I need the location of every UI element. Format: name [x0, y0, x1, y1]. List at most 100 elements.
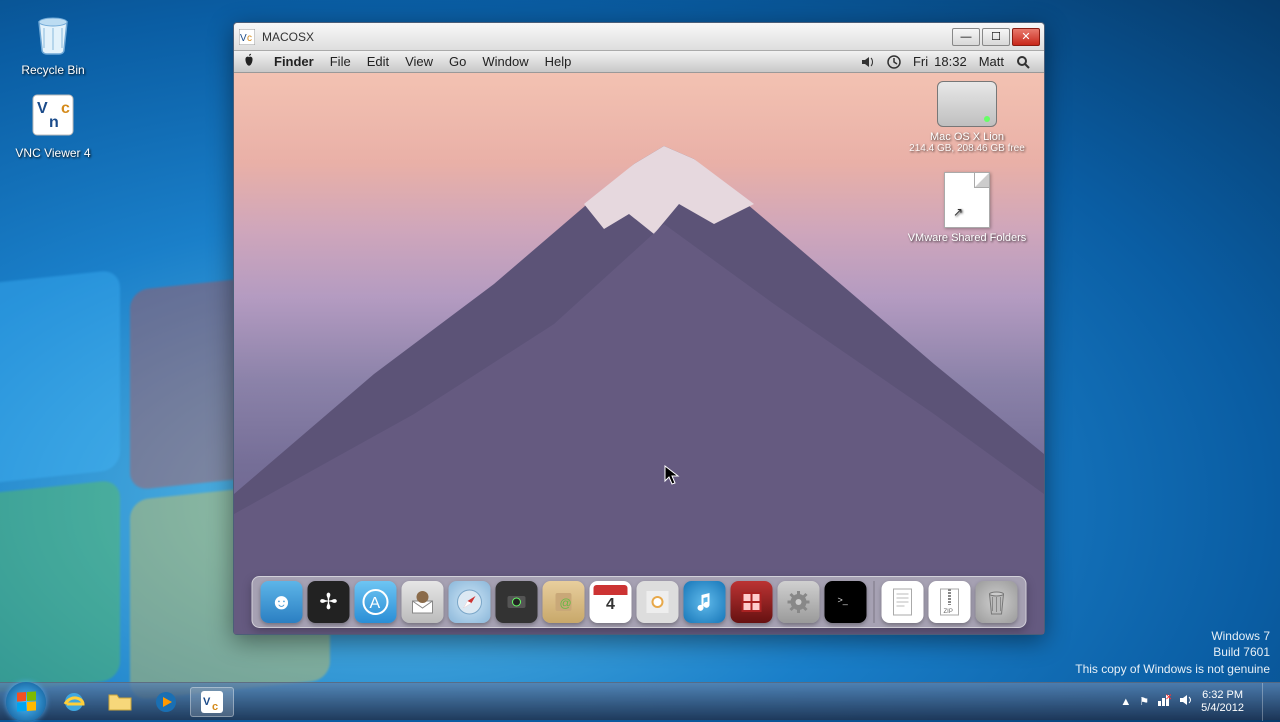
address-book-icon: @: [552, 590, 576, 614]
hard-drive-icon: [937, 81, 997, 127]
calendar-day: 4: [590, 596, 632, 614]
vmware-folder-label: VMware Shared Folders: [902, 232, 1032, 244]
terminal-icon: >_: [836, 593, 856, 611]
menu-help[interactable]: Help: [537, 54, 580, 69]
svg-text:V: V: [240, 33, 247, 44]
svg-text:V: V: [203, 696, 211, 708]
dock-document[interactable]: [882, 581, 924, 623]
cursor-icon: [664, 465, 680, 490]
dock-facetime[interactable]: [496, 581, 538, 623]
dock-app-store[interactable]: A: [355, 581, 397, 623]
dock-photo-booth[interactable]: [731, 581, 773, 623]
svg-text:✕: ✕: [1165, 693, 1171, 702]
maximize-button[interactable]: ☐: [982, 28, 1010, 46]
mail-icon: [408, 587, 438, 617]
vnc-viewer-label: VNC Viewer 4: [8, 146, 98, 160]
dock-system-preferences[interactable]: [778, 581, 820, 623]
volume-icon: [861, 55, 875, 69]
menu-finder[interactable]: Finder: [266, 54, 322, 69]
dock-terminal[interactable]: >_: [825, 581, 867, 623]
taskbar-explorer[interactable]: [98, 687, 142, 717]
menu-edit[interactable]: Edit: [359, 54, 397, 69]
dock-itunes[interactable]: [684, 581, 726, 623]
dock-ical[interactable]: 4: [590, 581, 632, 623]
menubar-day[interactable]: Fri: [907, 54, 934, 69]
start-button[interactable]: [6, 682, 46, 722]
menubar-time[interactable]: 18:32: [934, 54, 973, 69]
vnc-viewer[interactable]: V n c VNC Viewer 4: [8, 91, 98, 160]
windows-logo-icon: [17, 691, 36, 711]
apple-icon: [242, 53, 256, 67]
dock-trash[interactable]: [976, 581, 1018, 623]
tray-network-icon[interactable]: ✕: [1157, 693, 1171, 710]
dock-address-book[interactable]: @: [543, 581, 585, 623]
mac-desktop[interactable]: Mac OS X Lion 214.4 GB, 208.46 GB free ↗…: [234, 73, 1044, 634]
tray-time: 6:32 PM: [1201, 689, 1244, 702]
recycle-bin[interactable]: Recycle Bin: [8, 8, 98, 77]
vnc-title-text: MACOSX: [262, 30, 950, 44]
search-icon: [1016, 55, 1030, 69]
vnc-titlebar[interactable]: Vc MACOSX — ☐ ✕: [234, 23, 1044, 51]
svg-text:n: n: [49, 114, 59, 131]
recycle-bin-icon: [29, 8, 77, 56]
dock-mail[interactable]: [402, 581, 444, 623]
svg-text:c: c: [61, 100, 70, 117]
appstore-icon: A: [363, 589, 389, 615]
mac-menubar: Finder File Edit View Go Window Help Fri…: [234, 51, 1044, 73]
system-tray: ▲ ⚑ ✕ 6:32 PM 5/4/2012: [1120, 683, 1274, 721]
dock-safari[interactable]: [449, 581, 491, 623]
taskbar-ie[interactable]: [52, 687, 96, 717]
timemachine-menu[interactable]: [881, 55, 907, 69]
vnc-app-icon: Vc: [238, 28, 256, 46]
svg-text:>_: >_: [838, 595, 849, 605]
clock-icon: [887, 55, 901, 69]
document-icon: [892, 588, 914, 616]
tray-date: 5/4/2012: [1201, 702, 1244, 715]
menu-go[interactable]: Go: [441, 54, 474, 69]
close-button[interactable]: ✕: [1012, 28, 1040, 46]
svg-text:c: c: [212, 701, 218, 713]
svg-text:c: c: [247, 33, 252, 44]
svg-text:@: @: [560, 596, 572, 610]
gear-icon: [787, 590, 811, 614]
menu-file[interactable]: File: [322, 54, 359, 69]
minimize-button[interactable]: —: [952, 28, 980, 46]
tray-clock[interactable]: 6:32 PM 5/4/2012: [1201, 689, 1248, 714]
dock-iphoto[interactable]: [637, 581, 679, 623]
dock-archive[interactable]: ZIP: [929, 581, 971, 623]
alias-file-icon: ↗: [944, 172, 990, 228]
vnc-taskbar-icon: Vc: [201, 691, 223, 713]
taskbar-vnc[interactable]: Vc: [190, 687, 234, 717]
mac-disk-sub: 214.4 GB, 208.46 GB free: [902, 143, 1032, 154]
svg-text:ZIP: ZIP: [944, 609, 953, 615]
apple-menu[interactable]: [242, 53, 256, 70]
mac-disk[interactable]: Mac OS X Lion 214.4 GB, 208.46 GB free: [902, 81, 1032, 154]
safari-icon: [455, 587, 485, 617]
tray-action-center-icon[interactable]: ⚑: [1139, 695, 1149, 708]
tray-show-hidden[interactable]: ▲: [1120, 696, 1131, 708]
photobooth-icon: [742, 592, 762, 612]
volume-menu[interactable]: [855, 55, 881, 69]
vnc-window[interactable]: Vc MACOSX — ☐ ✕ Finder File Edit View Go…: [233, 22, 1045, 635]
mac-dock: ☻ ✢ A @ 4 >_ ZIP: [252, 576, 1027, 628]
camera-icon: [505, 590, 529, 614]
ie-icon: [62, 690, 86, 714]
spotlight[interactable]: [1010, 55, 1036, 69]
tray-volume-icon[interactable]: [1179, 693, 1193, 710]
taskbar-wmp[interactable]: [144, 687, 188, 717]
show-desktop-button[interactable]: [1262, 683, 1274, 721]
recycle-bin-label: Recycle Bin: [8, 63, 98, 77]
dock-dashboard[interactable]: ✢: [308, 581, 350, 623]
zip-icon: ZIP: [939, 588, 961, 616]
vnc-viewer-icon: V n c: [29, 91, 77, 139]
dock-separator: [874, 581, 875, 623]
folder-icon: [107, 691, 133, 713]
menu-window[interactable]: Window: [474, 54, 536, 69]
media-player-icon: [154, 690, 178, 714]
trash-icon: [985, 588, 1009, 616]
menu-view[interactable]: View: [397, 54, 441, 69]
svg-text:A: A: [370, 595, 381, 612]
menubar-user[interactable]: Matt: [973, 54, 1010, 69]
vmware-shared-folders[interactable]: ↗ VMware Shared Folders: [902, 172, 1032, 244]
dock-finder[interactable]: ☻: [261, 581, 303, 623]
